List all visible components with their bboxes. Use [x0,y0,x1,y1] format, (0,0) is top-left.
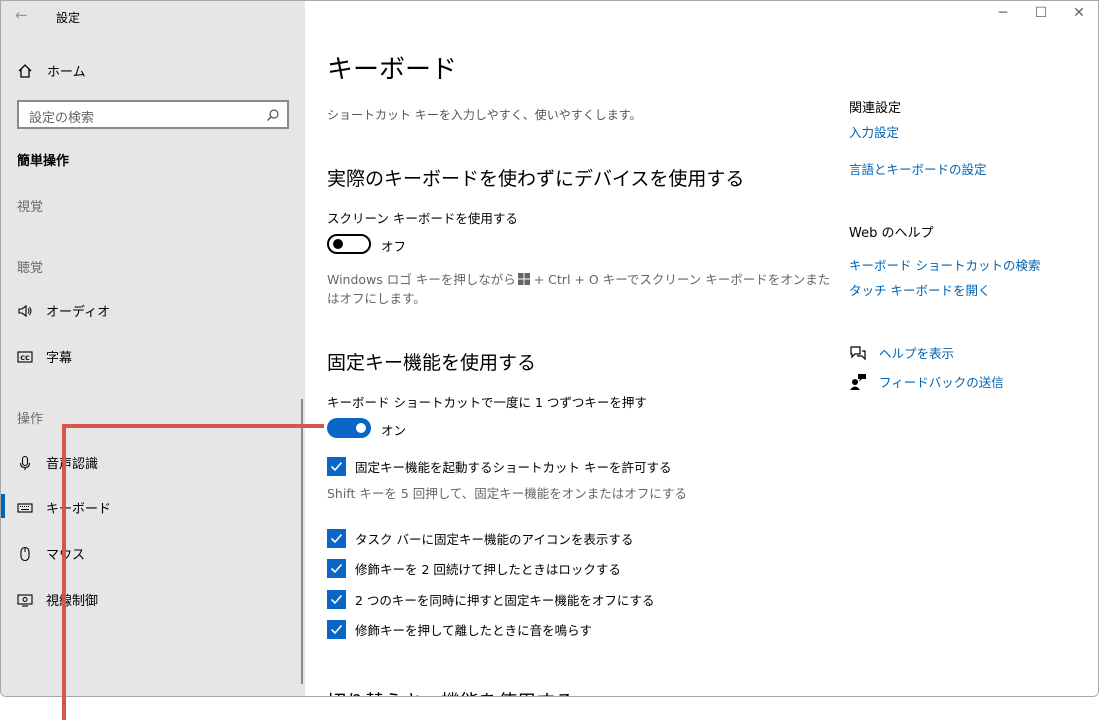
sidebar-item-label: 字幕 [46,351,73,366]
callout-line-horizontal [62,424,324,428]
onscreen-keyboard-toggle[interactable] [327,234,371,254]
sticky-shortcut-note: Shift キーを 5 回押して、固定キー機能をオンまたはオフにする [327,486,687,501]
sticky-keys-toggle-state: オン [381,423,407,438]
mouse-icon [17,546,33,562]
give-feedback-link[interactable]: フィードバックの送信 [849,372,1004,391]
close-icon[interactable]: ✕ [1060,1,1098,21]
sticky-sound-checkbox-row[interactable]: 修飾キーを押して離したときに音を鳴らす [327,620,592,639]
sidebar-item-label: キーボード [46,502,112,517]
sidebar-item-mouse[interactable]: マウス [17,544,85,563]
checkmark-icon [330,533,343,544]
sticky-keys-toggle-label: キーボード ショートカットで一度に 1 つずつキーを押す [327,395,647,410]
checkmark-icon [330,594,343,605]
checkbox-label: 固定キー機能を起動するショートカット キーを許可する [355,460,672,475]
checkbox-checked[interactable] [327,559,346,578]
nav-home-label: ホーム [47,65,86,80]
maximize-icon[interactable]: ☐ [1022,1,1060,21]
checkbox-label: 2 つのキーを同時に押すと固定キー機能をオフにする [355,593,655,608]
sticky-keys-toggle[interactable] [327,418,371,438]
sidebar-item-eye-control[interactable]: 視線制御 [17,590,98,609]
link-keyboard-shortcuts[interactable]: キーボード ショートカットの検索 [849,255,1040,274]
get-help-label: ヘルプを表示 [879,346,955,361]
checkbox-checked[interactable] [327,529,346,548]
checkbox-label: 修飾キーを 2 回続けて押したときはロックする [355,562,621,577]
nav-home[interactable]: ホーム [17,61,86,80]
link-input-settings[interactable]: 入力設定 [849,122,899,141]
help-chat-icon [849,344,867,362]
link-touch-keyboard[interactable]: タッチ キーボードを開く [849,280,990,299]
link-language-keyboard-settings[interactable]: 言語とキーボードの設定 [849,159,987,178]
sidebar-item-audio[interactable]: オーディオ [17,301,110,320]
web-help-title: Web のヘルプ [849,226,934,241]
sidebar-item-speech[interactable]: 音声認識 [17,453,98,472]
sidebar-item-label: オーディオ [46,305,111,320]
keyboard-icon [17,500,33,516]
speaker-icon [17,303,33,319]
group-label-interaction: 操作 [17,412,44,427]
onscreen-keyboard-toggle-state: オフ [381,239,407,254]
onscreen-keyboard-note: Windows ロゴ キーを押しながら + Ctrl + O キーでスクリーン … [327,270,830,308]
search-icon[interactable] [266,108,280,122]
page-subtitle: ショートカット キーを入力しやすく、使いやすくします。 [327,108,642,122]
sidebar-section-title: 簡単操作 [17,154,70,169]
toggle-knob [333,239,343,249]
sticky-taskbar-icon-checkbox-row[interactable]: タスク バーに固定キー機能のアイコンを表示する [327,529,633,548]
sidebar-item-label: 視線制御 [46,594,99,609]
sidebar-item-label: 音声認識 [46,457,99,472]
group-label-vision: 視覚 [17,200,44,215]
sidebar-scrollbar[interactable] [301,399,303,684]
callout-line-vertical [62,424,66,720]
main-content: ─ ☐ ✕ キーボード ショートカット キーを入力しやすく、使いやすくします。 … [305,1,1098,696]
checkbox-label: 修飾キーを押して離したときに音を鳴らす [355,623,592,638]
sidebar-item-captions[interactable]: CC 字幕 [17,347,72,366]
checkbox-checked[interactable] [327,457,346,476]
svg-text:CC: CC [20,354,30,362]
onscreen-keyboard-heading: 実際のキーボードを使わずにデバイスを使用する [327,168,745,190]
checkbox-checked[interactable] [327,590,346,609]
checkmark-icon [330,461,343,472]
app-title: 設定 [56,11,81,25]
note-text-part2: + Ctrl + O キーでスクリーン キーボードをオンまた [529,272,831,287]
checkmark-icon [330,624,343,635]
toggle-knob [356,423,366,433]
search-input[interactable]: 設定の検索 [17,100,289,129]
sticky-shortcut-checkbox-row[interactable]: 固定キー機能を起動するショートカット キーを許可する [327,457,671,476]
window-controls: ─ ☐ ✕ [984,1,1098,21]
eye-control-icon [17,592,33,608]
toggle-keys-heading: 切り替えキー機能を使用する [327,687,574,696]
give-feedback-label: フィードバックの送信 [879,375,1004,390]
onscreen-keyboard-toggle-label: スクリーン キーボードを使用する [327,211,518,226]
settings-window: ← 設定 ホーム 設定の検索 簡単操作 視覚 聴覚 オーディオ CC 字幕 操作… [0,0,1099,697]
home-icon [18,63,32,78]
page-title: キーボード [327,55,458,85]
group-label-hearing: 聴覚 [17,261,44,276]
minimize-icon[interactable]: ─ [984,1,1022,21]
feedback-person-icon [849,373,867,391]
sidebar: ← 設定 ホーム 設定の検索 簡単操作 視覚 聴覚 オーディオ CC 字幕 操作… [1,1,305,696]
checkbox-checked[interactable] [327,620,346,639]
checkmark-icon [330,563,343,574]
note-text-part1: Windows ロゴ キーを押しながら [327,272,516,287]
related-settings-title: 関連設定 [849,101,902,116]
microphone-icon [17,455,33,471]
note-text-line2: はオフにします。 [327,291,426,306]
sticky-lock-checkbox-row[interactable]: 修飾キーを 2 回続けて押したときはロックする [327,559,621,578]
get-help-link[interactable]: ヘルプを表示 [849,343,954,362]
closed-captions-icon: CC [17,349,33,365]
checkbox-label: タスク バーに固定キー機能のアイコンを表示する [355,532,634,547]
back-arrow-icon[interactable]: ← [15,6,28,24]
sticky-keys-heading: 固定キー機能を使用する [327,352,537,374]
sticky-two-keys-checkbox-row[interactable]: 2 つのキーを同時に押すと固定キー機能をオフにする [327,590,655,609]
selected-indicator [1,494,5,518]
windows-logo-icon [517,273,530,285]
search-placeholder: 設定の検索 [29,111,95,126]
